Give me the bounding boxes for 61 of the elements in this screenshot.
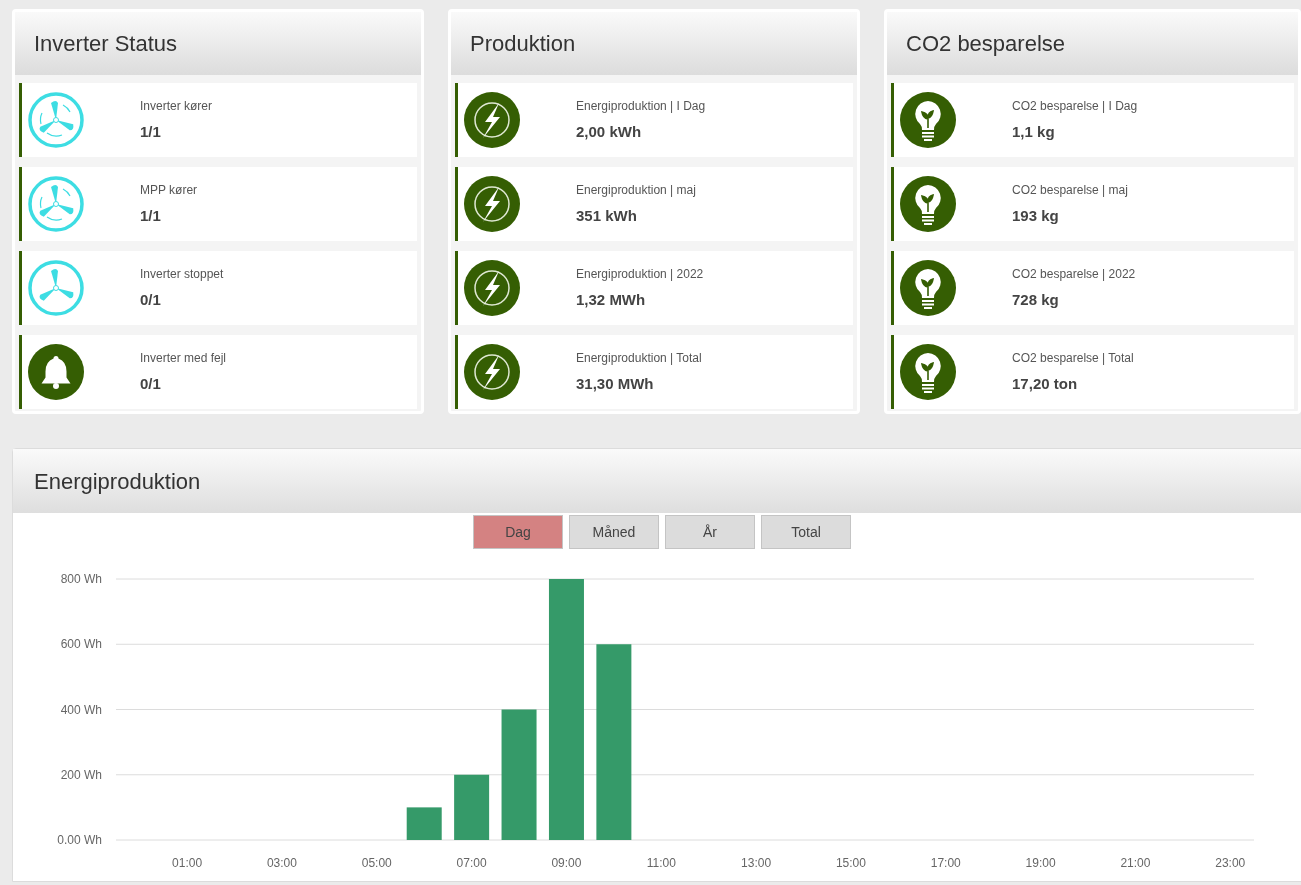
period-tab[interactable]: Dag: [473, 515, 563, 549]
x-axis-label: 23:00: [1215, 856, 1246, 870]
x-axis-label: 13:00: [741, 856, 772, 870]
lightbulb-leaf-icon: [899, 91, 958, 149]
stat-value: 0/1: [140, 289, 162, 310]
stat-value: 728 kg: [1012, 289, 1060, 310]
lightning-icon: [463, 343, 521, 401]
x-axis-label: 19:00: [1025, 856, 1056, 870]
stat-label: CO2 besparelse | Total: [1012, 349, 1134, 367]
lightning-icon: [463, 175, 521, 233]
fan-icon: [27, 175, 85, 233]
period-tab[interactable]: År: [665, 515, 755, 549]
fan-icon: [27, 259, 85, 317]
x-axis-label: 01:00: [172, 856, 203, 870]
stat-label: Energiproduktion | I Dag: [576, 97, 706, 115]
stat-label: Inverter med fejl: [140, 349, 227, 367]
stat-value: 31,30 MWh: [576, 373, 655, 394]
stat-label: Energiproduktion | 2022: [576, 265, 704, 283]
stat-label: Energiproduktion | Total: [576, 349, 702, 367]
period-tab[interactable]: Måned: [569, 515, 659, 549]
stat-label: CO2 besparelse | I Dag: [1012, 97, 1138, 115]
period-tab[interactable]: Total: [761, 515, 851, 549]
stat-value: 1,32 MWh: [576, 289, 647, 310]
lightning-icon: [463, 259, 521, 317]
stat-value: 17,20 ton: [1012, 373, 1079, 394]
x-axis-label: 09:00: [551, 856, 582, 870]
x-axis-label: 17:00: [930, 856, 961, 870]
lightbulb-leaf-icon: [899, 343, 958, 401]
lightbulb-leaf-icon: [899, 175, 958, 233]
lightning-icon: [463, 91, 521, 149]
y-axis-label: 0.00 Wh: [57, 833, 102, 847]
stat-label: MPP kører: [140, 181, 198, 199]
panel-title: Energiproduktion: [34, 467, 201, 496]
panel-title: Produktion: [470, 30, 576, 58]
stat-value: 1,1 kg: [1012, 121, 1056, 142]
stat-value: 2,00 kWh: [576, 121, 643, 142]
x-axis-label: 15:00: [835, 856, 866, 870]
x-axis-label: 21:00: [1120, 856, 1151, 870]
x-axis-label: 05:00: [361, 856, 392, 870]
stat-label: CO2 besparelse | maj: [1012, 181, 1128, 199]
panel-title: Inverter Status: [34, 30, 178, 58]
x-axis-label: 11:00: [646, 856, 676, 870]
x-axis-label: 03:00: [266, 856, 297, 870]
stat-value: 1/1: [140, 205, 162, 226]
bell-icon: [27, 343, 85, 401]
stat-value: 1/1: [140, 121, 162, 142]
fan-icon: [27, 91, 85, 149]
stat-value: 193 kg: [1012, 205, 1060, 226]
stat-label: CO2 besparelse | 2022: [1012, 265, 1136, 283]
stat-value: 0/1: [140, 373, 162, 394]
y-axis-label: 600 Wh: [60, 637, 102, 652]
y-axis-label: 800 Wh: [60, 572, 102, 586]
stat-label: Energiproduktion | maj: [576, 181, 696, 199]
stat-value: 351 kWh: [576, 205, 638, 226]
y-axis-label: 400 Wh: [60, 702, 102, 717]
panel-title: CO2 besparelse: [906, 30, 1065, 58]
y-axis-label: 200 Wh: [60, 767, 102, 782]
stat-label: Inverter stoppet: [140, 265, 224, 283]
stat-label: Inverter kører: [140, 97, 212, 115]
x-axis-label: 07:00: [456, 856, 487, 870]
lightbulb-leaf-icon: [899, 259, 958, 317]
